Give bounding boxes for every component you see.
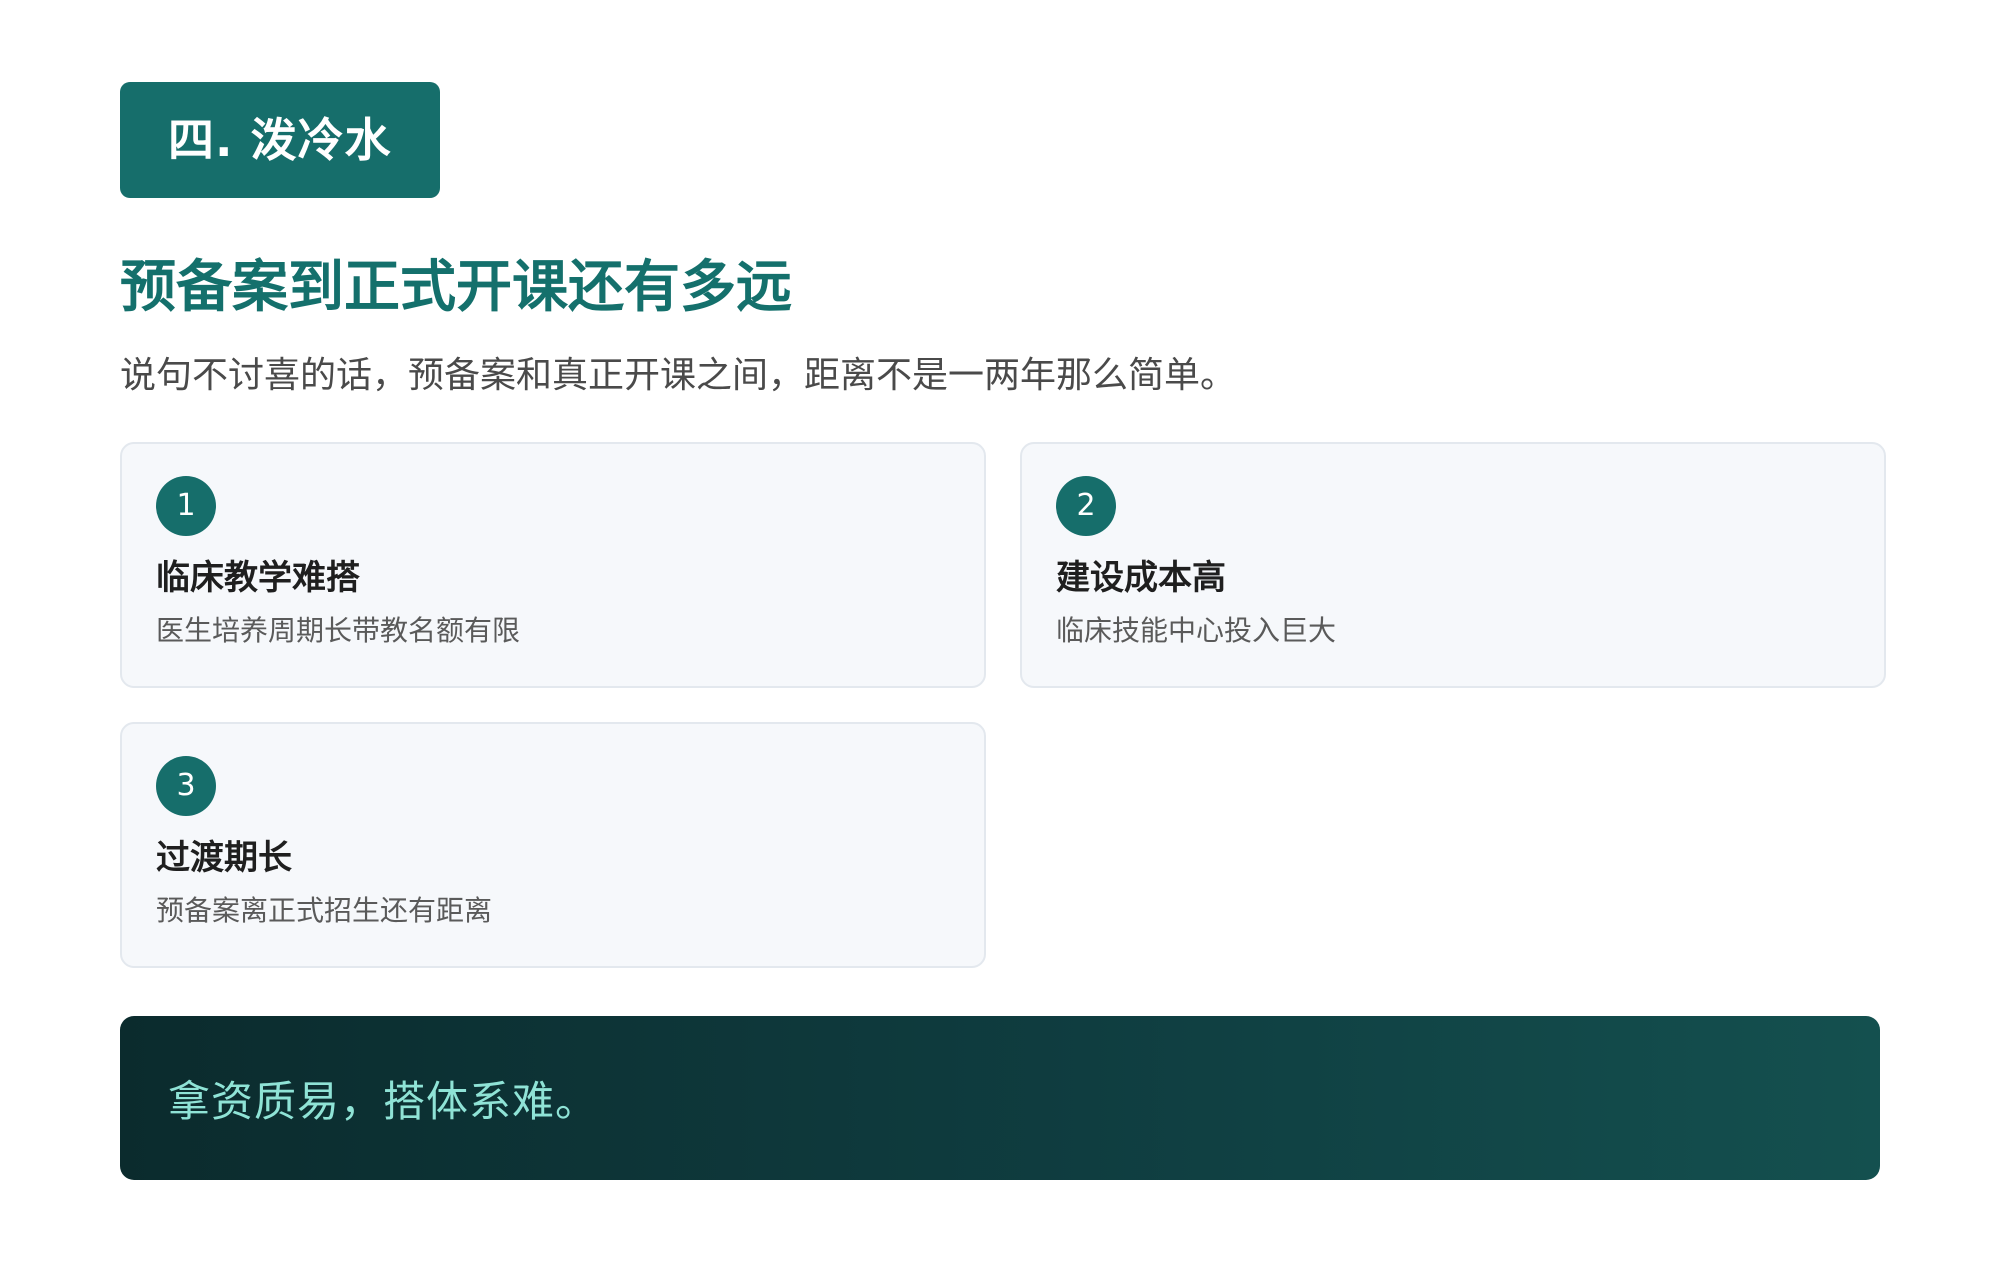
card-title: 过渡期长 xyxy=(156,838,292,878)
card-grid: 1 临床教学难搭 医生培养周期长带教名额有限 2 建设成本高 临床技能中心投入巨… xyxy=(120,442,1886,968)
slide-page: 四. 泼冷水 预备案到正式开课还有多远 说句不讨喜的话，预备案和真正开课之间，距… xyxy=(0,0,2000,1268)
card-construction-cost: 2 建设成本高 临床技能中心投入巨大 xyxy=(1020,442,1886,688)
card-description: 预备案离正式招生还有距离 xyxy=(156,894,493,927)
card-clinical-teaching: 1 临床教学难搭 医生培养周期长带教名额有限 xyxy=(120,442,986,688)
card-number-badge: 3 xyxy=(156,756,216,816)
page-title: 预备案到正式开课还有多远 xyxy=(120,255,792,320)
card-number-badge: 1 xyxy=(156,476,216,536)
quote-text: 拿资质易，搭体系难。 xyxy=(168,1076,599,1126)
section-badge: 四. 泼冷水 xyxy=(120,82,440,198)
card-number-badge: 2 xyxy=(1056,476,1116,536)
page-subtitle: 说句不讨喜的话，预备案和真正开课之间，距离不是一两年那么简单。 xyxy=(120,355,1237,396)
card-description: 临床技能中心投入巨大 xyxy=(1056,614,1337,647)
card-description: 医生培养周期长带教名额有限 xyxy=(156,614,521,647)
card-title: 建设成本高 xyxy=(1056,558,1226,598)
card-title: 临床教学难搭 xyxy=(156,558,360,598)
quote-banner: 拿资质易，搭体系难。 xyxy=(120,1016,1880,1180)
card-transition-period: 3 过渡期长 预备案离正式招生还有距离 xyxy=(120,722,986,968)
